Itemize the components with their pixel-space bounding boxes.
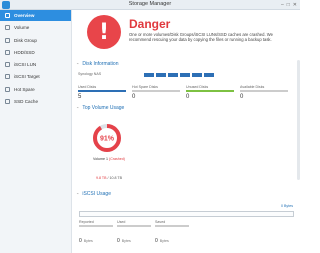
stat-value: 0 [155, 237, 158, 244]
disk-bay-2 [156, 73, 166, 77]
minimize-button[interactable]: – [281, 2, 284, 8]
sidebar-item-iscsi-target[interactable]: iSCSI Target [0, 71, 71, 82]
disk-bay-6 [204, 73, 214, 77]
sidebar-item-ssd-cache[interactable]: SSD Cache [0, 96, 71, 107]
stat-hot-spare-disks: Hot Spare Disks 0 [132, 85, 186, 100]
sidebar-item-label: SSD Cache [14, 99, 39, 105]
stat-value: 0 [240, 93, 244, 100]
hot-spare-icon [4, 86, 10, 92]
stat-unit: Bytes [159, 238, 169, 243]
main-panel: ! Danger One or more volumes/Disk Groups… [73, 10, 300, 253]
disk-bay-row: Synology NAS [78, 72, 296, 77]
stat-underline [240, 90, 288, 92]
stat-unit: Bytes [83, 238, 93, 243]
sidebar-item-hdd-ssd[interactable]: HDD/SSD [0, 47, 71, 58]
stat-label: Unused Disks [186, 85, 209, 89]
disk-bay-4 [180, 73, 190, 77]
maximize-button[interactable]: □ [287, 2, 290, 8]
volume-size: 9.8 TB / 10.8 TB [79, 176, 139, 180]
section-title: Top Volume Usage [82, 105, 125, 111]
collapse-caret-icon: ⌃ [76, 61, 80, 67]
sidebar-item-hot-spare[interactable]: Hot Spare [0, 84, 71, 95]
status-message: One or more volumes/Disk Groups/iSCSI LU… [129, 32, 273, 43]
stat-label: Saved [155, 220, 166, 224]
volume-usage-gauge: 91% [92, 123, 122, 153]
volume-label: Volume 1 (Crashed) [79, 157, 139, 161]
status-banner: ! Danger One or more volumes/Disk Groups… [73, 10, 300, 58]
sidebar-item-disk-group[interactable]: Disk Group [0, 35, 71, 46]
stat-label: Available Disks [240, 85, 265, 89]
stat-underline [117, 225, 151, 227]
top-volume-usage-header[interactable]: ⌃ Top Volume Usage [76, 105, 124, 111]
stat-label: Reported [79, 220, 94, 224]
iscsi-total: 0 Bytes [281, 204, 293, 208]
sidebar-item-iscsi-lun[interactable]: iSCSI LUN [0, 59, 71, 70]
stat-unused-disks: Unused Disks 0 [186, 85, 240, 100]
volume-used: 9.8 TB [95, 176, 107, 180]
window-title: Storage Manager [128, 1, 172, 7]
stat-underline [155, 225, 189, 227]
status-title: Danger [129, 17, 171, 31]
sidebar-item-label: iSCSI Target [14, 74, 40, 80]
scrollbar[interactable] [297, 60, 300, 180]
iscsi-target-icon [4, 74, 10, 80]
sidebar-item-label: Disk Group [14, 37, 37, 43]
stat-underline [132, 90, 180, 92]
section-title: Disk Information [82, 61, 119, 67]
stat-value: 0 [186, 93, 190, 100]
disk-bay-3 [168, 73, 178, 77]
collapse-caret-icon: ⌃ [76, 105, 80, 111]
window-titlebar: Storage Manager – □ ✕ [0, 0, 300, 10]
stat-used-disks: Used Disks 5 [78, 85, 132, 100]
volume-icon [4, 25, 10, 31]
close-button[interactable]: ✕ [293, 2, 297, 8]
disk-bay-indicators [144, 73, 214, 77]
iscsi-usage-bar [79, 211, 294, 217]
stat-unit: Bytes [121, 238, 131, 243]
collapse-caret-icon: ⌃ [76, 191, 80, 197]
sidebar-item-volume[interactable]: Volume [0, 22, 71, 33]
iscsi-lun-icon [4, 62, 10, 68]
stat-value: 0 [117, 237, 120, 244]
iscsi-stat-saved: Saved 0 Bytes [155, 220, 193, 247]
sidebar-item-label: Hot Spare [14, 86, 35, 92]
gauge-percent: 91% [100, 136, 115, 143]
ssd-cache-icon [4, 99, 10, 105]
disk-stats: Used Disks 5 Hot Spare Disks 0 Unused Di… [78, 85, 294, 100]
sidebar-item-label: Volume [14, 25, 30, 31]
sidebar-item-overview[interactable]: Overview [0, 10, 71, 21]
stat-label: Hot Spare Disks [132, 85, 158, 89]
sidebar-item-label: Overview [14, 13, 35, 18]
stat-underline [78, 90, 126, 92]
volume-status: (Crashed) [109, 157, 125, 161]
stat-value: 0 [132, 93, 136, 100]
disk-bay-1 [144, 73, 154, 77]
stat-underline [79, 225, 113, 227]
disk-group-icon [4, 37, 10, 43]
disk-bay-5 [192, 73, 202, 77]
stat-value: 5 [78, 93, 82, 100]
iscsi-usage-header[interactable]: ⌃ iSCSI Usage [76, 191, 111, 197]
iscsi-stat-used: Used 0 Bytes [117, 220, 155, 247]
sidebar: Overview Volume Disk Group HDD/SSD iSCSI… [0, 10, 72, 253]
sidebar-item-label: HDD/SSD [14, 49, 35, 55]
iscsi-stat-reported: Reported 0 Bytes [79, 220, 117, 247]
iscsi-stats: Reported 0 Bytes Used 0 Bytes Saved 0 Bytes [79, 220, 294, 247]
danger-icon: ! [87, 15, 121, 49]
stat-label: Used Disks [78, 85, 97, 89]
stat-underline [186, 90, 234, 92]
window-controls: – □ ✕ [281, 2, 297, 8]
hdd-icon [4, 49, 10, 55]
stat-value: 0 [79, 237, 82, 244]
overview-icon [4, 13, 10, 19]
section-title: iSCSI Usage [82, 191, 111, 197]
disk-information-header[interactable]: ⌃ Disk Information [76, 61, 118, 67]
sidebar-item-label: iSCSI LUN [14, 62, 37, 68]
volume-name: Volume 1 [93, 157, 108, 161]
stat-label: Used [117, 220, 126, 224]
volume-total: 10.8 TB [109, 176, 123, 180]
stat-available-disks: Available Disks 0 [240, 85, 294, 100]
